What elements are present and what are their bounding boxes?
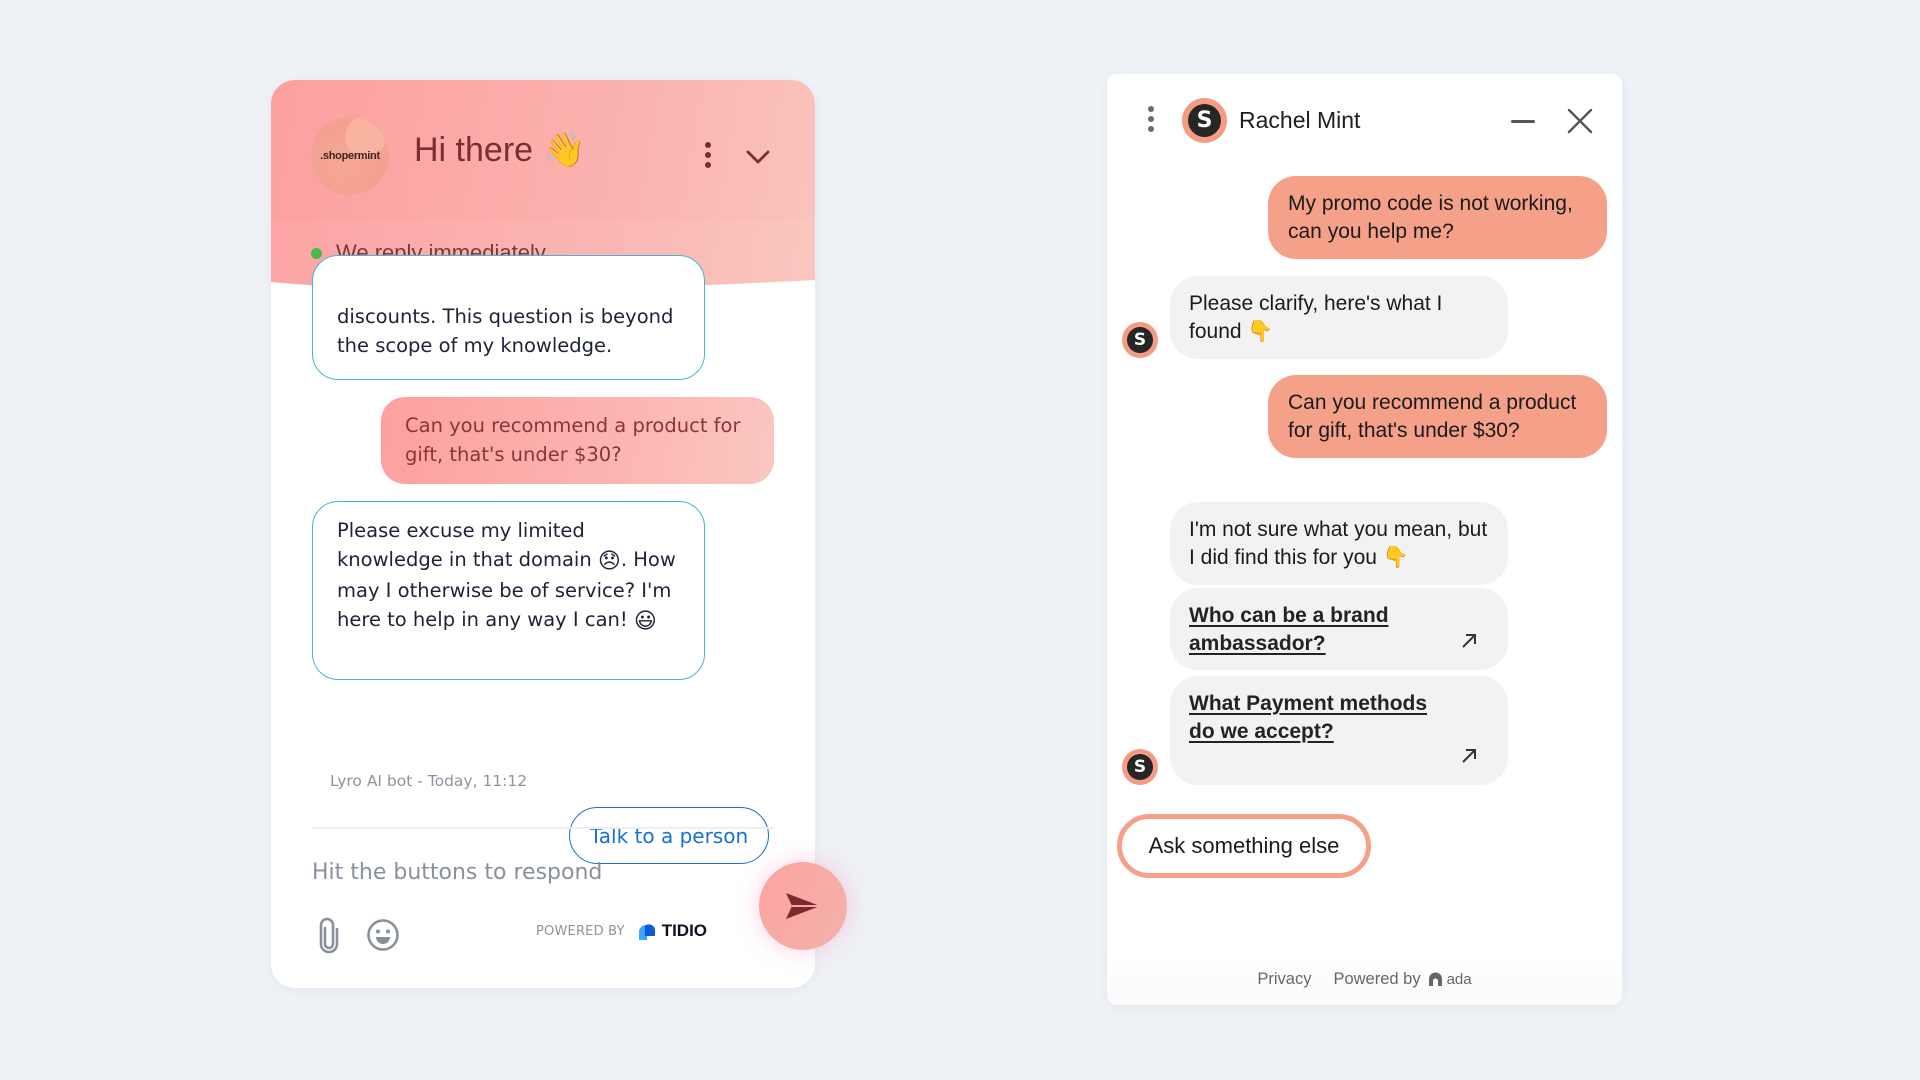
agent-name: Rachel Mint: [1239, 107, 1361, 133]
kebab-menu-icon[interactable]: [701, 142, 715, 172]
privacy-link[interactable]: Privacy: [1257, 970, 1311, 989]
pointing-down-icon: 👇: [1247, 319, 1274, 343]
pointing-down-icon: 👇: [1382, 545, 1409, 569]
ask-something-else-button[interactable]: Ask something else: [1117, 814, 1371, 878]
divider: [312, 827, 774, 829]
user-message: Can you recommend a product for gift, th…: [381, 397, 774, 484]
message-list: discounts. This question is beyond the s…: [271, 255, 815, 864]
powered-by: Powered by ada: [1333, 970, 1472, 988]
bot-message: Please clarify, here's what I found 👇: [1170, 276, 1508, 359]
paperclip-icon[interactable]: [315, 916, 343, 954]
disappointed-face-icon: 😞: [597, 549, 621, 574]
header-title: Hi there 👋: [414, 130, 586, 170]
powered-by: POWERED BY TIDIO: [536, 920, 708, 942]
send-button[interactable]: [759, 862, 847, 950]
external-link-icon: [1462, 749, 1476, 763]
message-meta: Lyro AI bot - Today, 11:12: [330, 772, 528, 790]
send-icon: [786, 893, 820, 919]
external-link-icon: [1462, 634, 1476, 648]
tidio-brand[interactable]: TIDIO: [635, 920, 707, 942]
ada-logo-icon: [1428, 972, 1442, 986]
chevron-down-icon[interactable]: [744, 143, 772, 171]
help-article-link[interactable]: What Payment methods do we accept?: [1170, 676, 1508, 785]
emoji-icon[interactable]: [366, 918, 400, 952]
waving-hand-icon: 👋: [543, 131, 586, 169]
shopermint-logo: .shopermint: [320, 150, 380, 162]
ada-brand[interactable]: ada: [1428, 971, 1472, 988]
chat-footer: Privacy Powered by ada: [1107, 954, 1622, 1005]
smiling-face-icon: 😃: [633, 609, 657, 634]
close-icon[interactable]: [1566, 107, 1594, 135]
help-article-link[interactable]: Who can be a brand ambassador?: [1170, 588, 1508, 670]
kebab-menu-icon[interactable]: [1146, 106, 1156, 136]
user-message: Can you recommend a product for gift, th…: [1268, 375, 1607, 458]
agent-avatar: S: [1182, 98, 1227, 143]
bot-message: Please excuse my limited knowledge in th…: [312, 501, 705, 680]
online-dot-icon: [311, 247, 322, 259]
talk-to-person-button[interactable]: Talk to a person: [569, 807, 769, 864]
ada-chat-widget: S Rachel Mint My promo code is not worki…: [1107, 74, 1622, 1005]
message-input[interactable]: [312, 860, 712, 885]
tidio-chat-widget: .shopermint Hi there 👋 We reply immediat…: [271, 80, 815, 988]
tidio-logo-icon: [638, 924, 655, 940]
bot-avatar: S: [1122, 322, 1158, 358]
minimize-icon[interactable]: [1511, 120, 1535, 123]
bot-avatar: S: [1122, 749, 1158, 785]
brand-avatar: .shopermint: [311, 117, 389, 195]
bot-message: I'm not sure what you mean, but I did fi…: [1170, 502, 1508, 585]
bot-message: discounts. This question is beyond the s…: [312, 255, 705, 380]
user-message: My promo code is not working, can you he…: [1268, 176, 1607, 259]
